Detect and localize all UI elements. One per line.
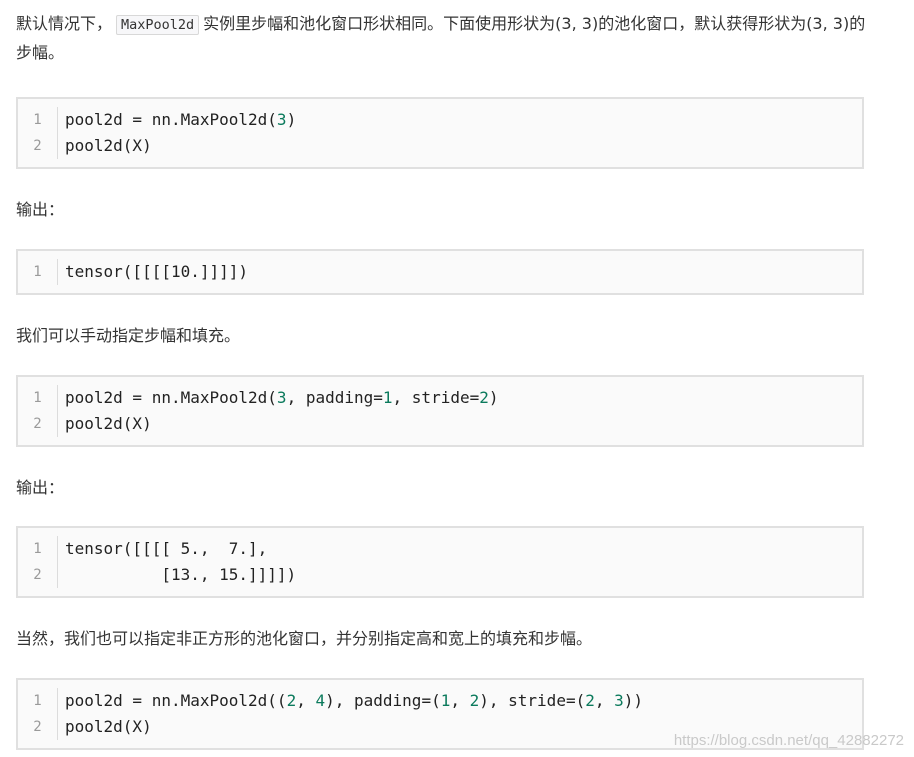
code-token: pool2d(X) [65,414,152,433]
code-token: pool2d = nn.MaxPool2d( [65,110,277,129]
code-block[interactable]: 1 pool2d = nn.MaxPool2d(3) 2 pool2d(X) [16,97,864,169]
code-text: pool2d(X) [58,133,152,159]
paragraph-nonsquare: 当然，我们也可以指定非正方形的池化窗口，并分别指定高和宽上的填充和步幅。 [16,629,593,648]
paragraph-manual-padding: 我们可以手动指定步幅和填充。 [16,326,241,345]
code-line: 1 tensor([[[[ 5., 7.], [18,536,862,562]
code-token: pool2d = nn.MaxPool2d(( [65,691,287,710]
code-token: pool2d(X) [65,136,152,155]
line-number: 1 [18,259,58,285]
paragraph-default-stride: 默认情况下， MaxPool2d 实例里步幅和池化窗口形状相同。下面使用形状为(3,… [16,10,874,67]
code-number: 4 [315,691,326,710]
line-number: 2 [18,562,58,588]
code-line: 2 pool2d(X) [18,411,862,437]
code-block[interactable]: 1 tensor([[[[ 5., 7.], 2 [13., 15.]]]]) [16,526,864,598]
code-token: pool2d = nn.MaxPool2d( [65,388,277,407]
line-number: 2 [18,133,58,159]
code-token: , [450,691,470,710]
code-number: 2 [585,691,595,710]
code-number: 2 [286,691,297,710]
code-block[interactable]: 1 tensor([[[[10.]]]]) [16,249,864,295]
code-text: pool2d = nn.MaxPool2d((2, 4), padding=(1… [58,688,643,714]
code-token: , stride= [392,388,480,407]
code-line: 1 pool2d = nn.MaxPool2d(3, padding=1, str… [18,385,862,411]
code-token: ) [488,388,499,407]
code-line: 1 pool2d = nn.MaxPool2d(3) [18,107,862,133]
code-token: tensor([[[[ 5., 7.], [65,539,268,558]
code-line: 2 pool2d(X) [18,133,862,159]
line-number: 2 [18,411,58,437]
code-number: 3 [276,388,287,407]
code-text: pool2d(X) [58,714,152,740]
paragraph-text: 默认情况下， [16,14,113,33]
line-number: 2 [18,714,58,740]
code-number: 2 [469,691,480,710]
output-label: 输出： [16,200,65,219]
code-token: )) [623,691,644,710]
code-token: , padding= [286,388,383,407]
code-token: [13., 15.]]]]) [65,565,297,584]
line-number: 1 [18,688,58,714]
code-number: 1 [440,691,451,710]
code-line: 1 tensor([[[[10.]]]]) [18,259,862,285]
output-label: 输出： [16,478,65,497]
code-token: ), stride=( [479,691,586,710]
code-number: 3 [276,110,287,129]
code-token: , [296,691,316,710]
code-text: pool2d(X) [58,411,152,437]
code-token: tensor([[[[10.]]]]) [65,262,249,281]
code-token: pool2d(X) [65,717,152,736]
code-number: 2 [479,388,489,407]
code-token: , [594,691,615,710]
code-line: 2 [13., 15.]]]]) [18,562,862,588]
code-text: pool2d = nn.MaxPool2d(3, padding=1, stri… [58,385,499,411]
code-text: [13., 15.]]]]) [58,562,296,588]
code-text: tensor([[[[10.]]]]) [58,259,248,285]
watermark: https://blog.csdn.net/qq_42882272 [673,732,904,749]
code-text: pool2d = nn.MaxPool2d(3) [58,107,296,133]
code-text: tensor([[[[ 5., 7.], [58,536,267,562]
code-number: 3 [614,691,624,710]
inline-code-maxpool2d: MaxPool2d [116,15,200,35]
line-number: 1 [18,536,58,562]
code-number: 1 [382,388,393,407]
code-block[interactable]: 1 pool2d = nn.MaxPool2d(3, padding=1, str… [16,375,864,447]
line-number: 1 [18,107,58,133]
code-token: ) [286,110,297,129]
code-line: 1 pool2d = nn.MaxPool2d((2, 4), padding=(… [18,688,862,714]
line-number: 1 [18,385,58,411]
code-token: ), padding=( [325,691,441,710]
